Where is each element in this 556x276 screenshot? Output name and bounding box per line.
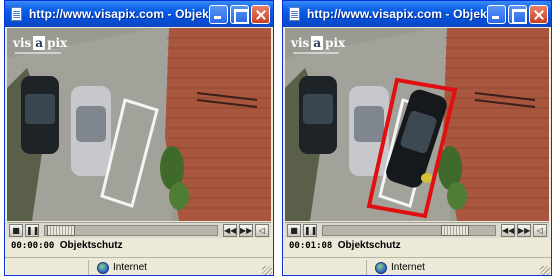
fast-forward-icon[interactable]: ▶▶ [239,224,253,237]
security-zone: Internet [97,261,147,274]
timecode: 00:00:00 [11,241,60,251]
parking-camera-image [285,28,549,221]
rewind-icon[interactable]: ◀◀ [223,224,237,237]
status-bar: Internet [283,257,551,275]
pause-icon[interactable]: ❚❚ [25,224,39,237]
window-title: http://www.visapix.com - Objekts... [29,7,209,21]
logo-tagline-line [15,52,61,54]
rewind-icon[interactable]: ◀◀ [501,224,515,237]
visapix-logo: vis a pix [291,36,346,50]
ie-page-icon [287,6,303,22]
maximize-button[interactable] [508,4,527,24]
time-caption-bar: 00:00:00 Objektschutz [7,239,271,252]
pause-icon[interactable]: ❚❚ [303,224,317,237]
ie-page-icon [9,6,25,22]
seek-slider[interactable] [322,225,496,236]
resize-grip[interactable] [540,266,550,275]
volume-icon[interactable]: ◁ [533,224,547,237]
video-caption: Objektschutz [337,240,401,251]
player-controls: ■ ❚❚ ◀◀ ▶▶ ◁ [7,222,271,238]
seek-slider[interactable] [44,225,218,236]
internet-globe-icon [97,261,109,274]
browser-window-right: http://www.visapix.com - Objekts... [282,0,552,276]
internet-globe-icon [375,261,387,274]
security-zone: Internet [375,261,425,274]
status-bar: Internet [5,257,273,275]
status-cell-empty [283,259,367,275]
time-caption-bar: 00:01:08 Objektschutz [285,239,549,252]
title-bar[interactable]: http://www.visapix.com - Objekts... [5,1,273,27]
logo-tagline-line [293,52,339,54]
minimize-button[interactable] [487,4,506,24]
title-bar[interactable]: http://www.visapix.com - Objekts... [283,1,551,27]
maximize-button[interactable] [230,4,249,24]
video-frame: vis a pix [7,28,271,221]
stop-icon[interactable]: ■ [9,224,23,237]
close-button[interactable] [529,4,548,24]
zone-label: Internet [113,262,147,273]
video-frame: vis a pix [285,28,549,221]
parking-camera-image [7,28,271,221]
browser-window-left: http://www.visapix.com - Objekts... [4,0,274,276]
player-controls: ■ ❚❚ ◀◀ ▶▶ ◁ [285,222,549,238]
visapix-logo: vis a pix [13,36,68,50]
timecode: 00:01:08 [289,241,338,251]
status-cell-empty [5,259,89,275]
zone-label: Internet [391,262,425,273]
volume-icon[interactable]: ◁ [255,224,269,237]
fast-forward-icon[interactable]: ▶▶ [517,224,531,237]
resize-grip[interactable] [262,266,272,275]
minimize-button[interactable] [209,4,228,24]
close-button[interactable] [251,4,270,24]
window-title: http://www.visapix.com - Objekts... [307,7,487,21]
stop-icon[interactable]: ■ [287,224,301,237]
video-caption: Objektschutz [59,240,123,251]
